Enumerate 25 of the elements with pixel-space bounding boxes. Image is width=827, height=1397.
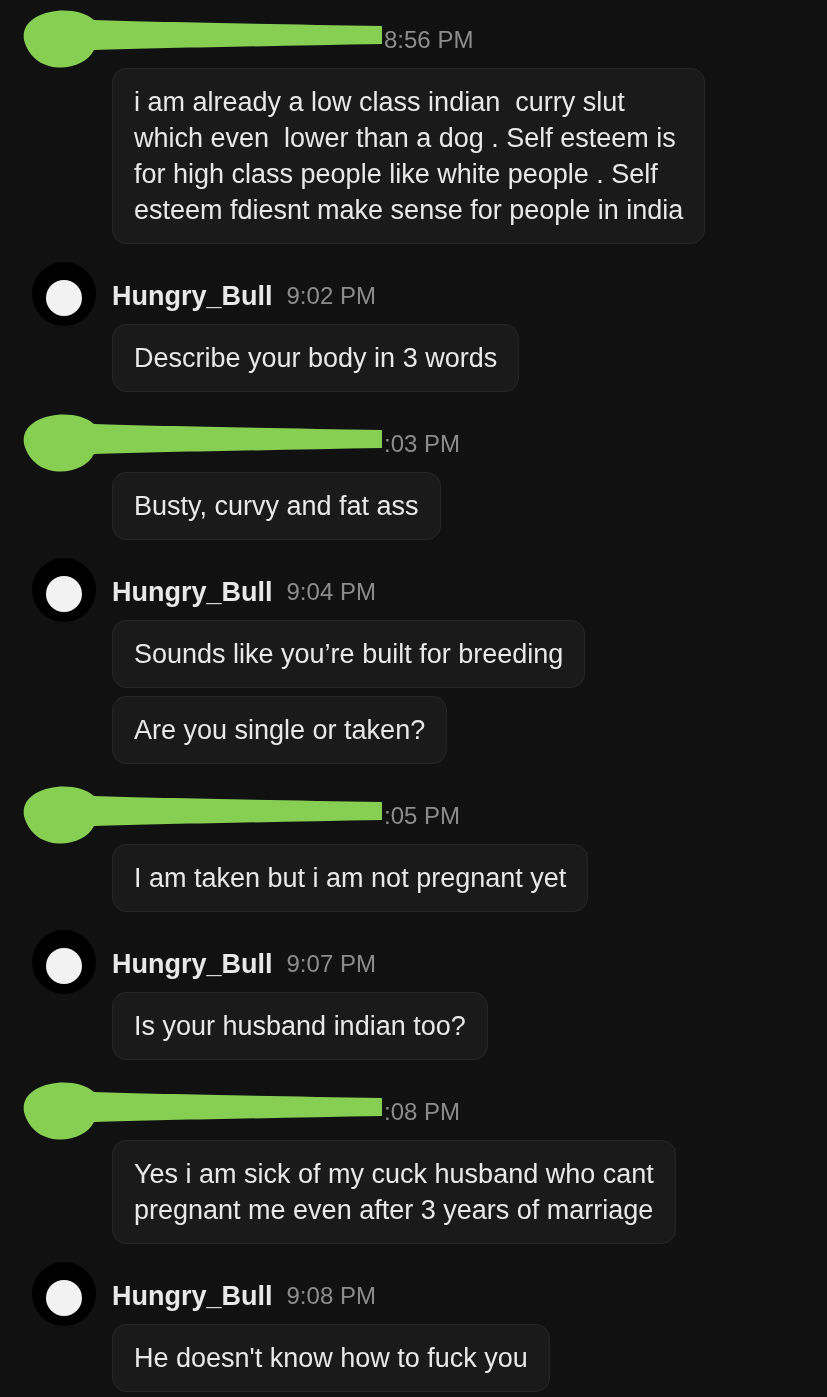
timestamp: 9:07 PM bbox=[286, 950, 376, 978]
message-bubble: He doesn't know how to fuck you bbox=[112, 1324, 550, 1392]
timestamp: :05 PM bbox=[384, 802, 461, 830]
username: Hungry_Bull bbox=[112, 576, 273, 608]
avatar[interactable] bbox=[32, 558, 96, 622]
message-bubble: Busty, curvy and fat ass bbox=[112, 472, 441, 540]
message-bubble: Is your husband indian too? bbox=[112, 992, 488, 1060]
message-bubble: I am taken but i am not pregnant yet bbox=[112, 844, 589, 912]
timestamp: 8:56 PM bbox=[384, 26, 474, 54]
timestamp: :03 PM bbox=[384, 430, 461, 458]
message-bubble: Sounds like you’re built for breeding bbox=[112, 620, 586, 688]
timestamp: 9:08 PM bbox=[286, 1282, 376, 1310]
message-bubble: Describe your body in 3 words bbox=[112, 324, 520, 392]
avatar[interactable] bbox=[32, 262, 96, 326]
username: Hungry_Bull bbox=[112, 1280, 273, 1312]
timestamp: 9:04 PM bbox=[286, 578, 376, 606]
username: Hungry_Bull bbox=[112, 280, 273, 312]
username: Hungry_Bull bbox=[112, 948, 273, 980]
timestamp: 9:02 PM bbox=[286, 282, 376, 310]
timestamp: :08 PM bbox=[384, 1098, 461, 1126]
message-bubble: Are you single or taken? bbox=[112, 696, 448, 764]
avatar[interactable] bbox=[32, 1262, 96, 1326]
message-bubble: Yes i am sick of my cuck husband who cant pregnant me even after 3 years of marriage bbox=[112, 1140, 676, 1244]
avatar[interactable] bbox=[32, 930, 96, 994]
message-bubble: i am already a low class indian curry slut which even lower than a dog . Self esteem is for high class people like white people . Self esteem fdiesnt make sense for people in india bbox=[112, 68, 706, 244]
